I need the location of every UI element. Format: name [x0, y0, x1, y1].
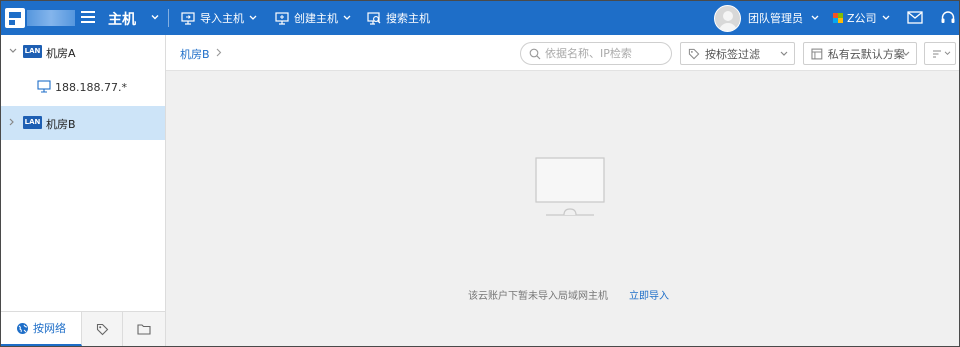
search-input[interactable]	[545, 47, 667, 60]
content-toolbar: 机房B 按标签过滤	[166, 35, 959, 71]
create-host-button[interactable]: 创建主机	[275, 1, 351, 35]
sidebar-view-tabs: 按网络	[1, 311, 165, 346]
chevron-down-icon	[780, 51, 788, 56]
empty-monitor-icon	[535, 157, 605, 216]
chevron-down-icon	[902, 51, 910, 56]
chevron-down-icon[interactable]	[151, 13, 159, 21]
empty-state: 该云账户下暂未导入局域网主机 立即导入	[166, 71, 959, 346]
lan-badge: LAN	[23, 45, 42, 58]
tag-icon	[688, 48, 700, 59]
app-logo[interactable]	[5, 7, 75, 29]
chevron-down-icon	[944, 51, 951, 56]
tree-node-host[interactable]: 188.188.77.*	[1, 71, 165, 105]
search-host-label: 搜索主机	[386, 12, 430, 25]
microsoft-logo-icon	[833, 13, 843, 23]
plan-select[interactable]: 私有云默认方案	[803, 42, 917, 65]
import-host-button[interactable]: 导入主机	[181, 1, 257, 35]
avatar	[714, 4, 741, 32]
create-host-icon	[275, 11, 289, 25]
search-box[interactable]	[520, 42, 672, 65]
import-now-link[interactable]: 立即导入	[629, 287, 669, 302]
search-host-icon	[367, 11, 381, 25]
headset-icon[interactable]	[940, 10, 956, 26]
sort-button[interactable]	[924, 42, 956, 65]
tag-filter-value: 按标签过滤	[705, 47, 760, 61]
tab-by-tag[interactable]	[82, 312, 123, 346]
tag-icon	[96, 323, 108, 335]
import-host-icon	[181, 11, 195, 25]
top-navigation-bar: 主机 导入主机 创建主机 搜索主机 团队管理员 Z公司	[1, 1, 959, 35]
chevron-down-icon	[249, 15, 257, 20]
host-ip-label: 188.188.77.*	[55, 81, 127, 94]
company-name: Z公司	[847, 12, 877, 25]
chevron-down-icon	[882, 15, 890, 20]
tree-node-label: 机房A	[46, 47, 76, 60]
monitor-icon	[37, 80, 51, 93]
lan-badge: LAN	[23, 116, 42, 129]
menu-icon[interactable]	[81, 11, 95, 23]
network-tree-sidebar: LAN 机房A 188.188.77.* LAN 机房B 按网络	[1, 35, 166, 346]
company-switcher[interactable]: Z公司	[833, 1, 890, 35]
empty-message: 该云账户下暂未导入局域网主机	[468, 291, 608, 302]
logo-wordmark-redacted	[27, 10, 75, 26]
search-icon	[529, 48, 541, 59]
search-host-button[interactable]: 搜索主机	[367, 1, 430, 35]
chevron-down-icon	[811, 15, 819, 20]
tree-node-room-a[interactable]: LAN 机房A	[1, 35, 165, 69]
sort-icon	[933, 49, 941, 58]
main-content: 机房B 按标签过滤	[166, 35, 959, 346]
tab-by-network[interactable]: 按网络	[1, 312, 82, 346]
tree-node-label: 机房B	[46, 118, 76, 131]
folder-icon	[137, 324, 151, 335]
create-host-label: 创建主机	[294, 12, 338, 25]
page-title[interactable]: 主机	[108, 9, 136, 29]
table-icon	[811, 48, 823, 59]
toolbar-divider	[168, 9, 169, 27]
chevron-down-icon[interactable]	[9, 48, 17, 54]
tab-by-network-label: 按网络	[33, 322, 66, 335]
import-host-label: 导入主机	[200, 12, 244, 25]
user-menu[interactable]: 团队管理员	[714, 4, 819, 32]
breadcrumb[interactable]: 机房B	[180, 46, 210, 62]
tab-by-folder[interactable]	[123, 312, 165, 346]
chevron-right-icon[interactable]	[9, 118, 15, 126]
logo-mark-icon	[5, 8, 25, 28]
chevron-down-icon	[343, 15, 351, 20]
globe-icon	[17, 322, 28, 334]
tree-node-room-b[interactable]: LAN 机房B	[1, 106, 165, 140]
user-name: 团队管理员	[748, 12, 803, 25]
app-window: 主机 导入主机 创建主机 搜索主机 团队管理员 Z公司 LAN 机房A 188.…	[0, 0, 960, 347]
chevron-right-icon	[216, 48, 222, 57]
mail-icon[interactable]	[907, 11, 923, 24]
tag-filter-select[interactable]: 按标签过滤	[680, 42, 795, 65]
